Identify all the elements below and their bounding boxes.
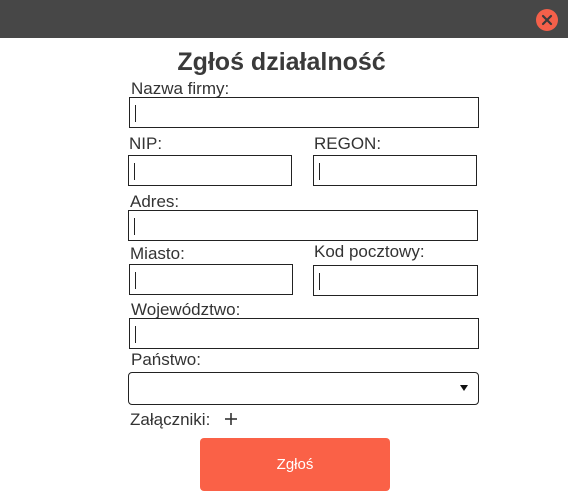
text-caret — [134, 218, 135, 235]
close-icon — [541, 14, 553, 26]
dropdown-arrow-icon — [460, 385, 468, 391]
close-button[interactable] — [536, 9, 558, 31]
voivodeship-label: Województwo: — [131, 300, 241, 319]
text-caret — [135, 326, 136, 343]
regon-field[interactable] — [313, 155, 477, 186]
country-label: Państwo: — [131, 350, 201, 369]
company-name-field[interactable] — [129, 97, 479, 128]
address-field[interactable] — [128, 210, 478, 241]
nip-label: NIP: — [129, 134, 163, 153]
title-bar — [0, 0, 568, 38]
submit-button[interactable]: Zgłoś — [200, 438, 390, 491]
text-caret — [135, 105, 136, 122]
text-caret — [319, 163, 320, 180]
report-business-dialog: Zgłoś działalność Nazwa firmy: NIP: REGO… — [0, 0, 568, 494]
address-label: Adres: — [130, 192, 180, 211]
postal-code-field[interactable] — [313, 265, 478, 296]
regon-label: REGON: — [314, 134, 382, 153]
city-field[interactable] — [129, 264, 293, 295]
text-caret — [134, 163, 135, 180]
plus-icon — [225, 413, 237, 425]
attachments-label: Załączniki: — [130, 410, 211, 429]
add-attachment-button[interactable] — [223, 411, 239, 427]
postal-code-label: Kod pocztowy: — [314, 242, 425, 261]
company-name-label: Nazwa firmy: — [131, 79, 230, 98]
country-select[interactable] — [128, 372, 479, 405]
voivodeship-field[interactable] — [129, 318, 479, 349]
page-title: Zgłoś działalność — [177, 48, 386, 76]
city-label: Miasto: — [130, 244, 185, 263]
text-caret — [135, 272, 136, 289]
text-caret — [319, 273, 320, 290]
nip-field[interactable] — [128, 155, 292, 186]
